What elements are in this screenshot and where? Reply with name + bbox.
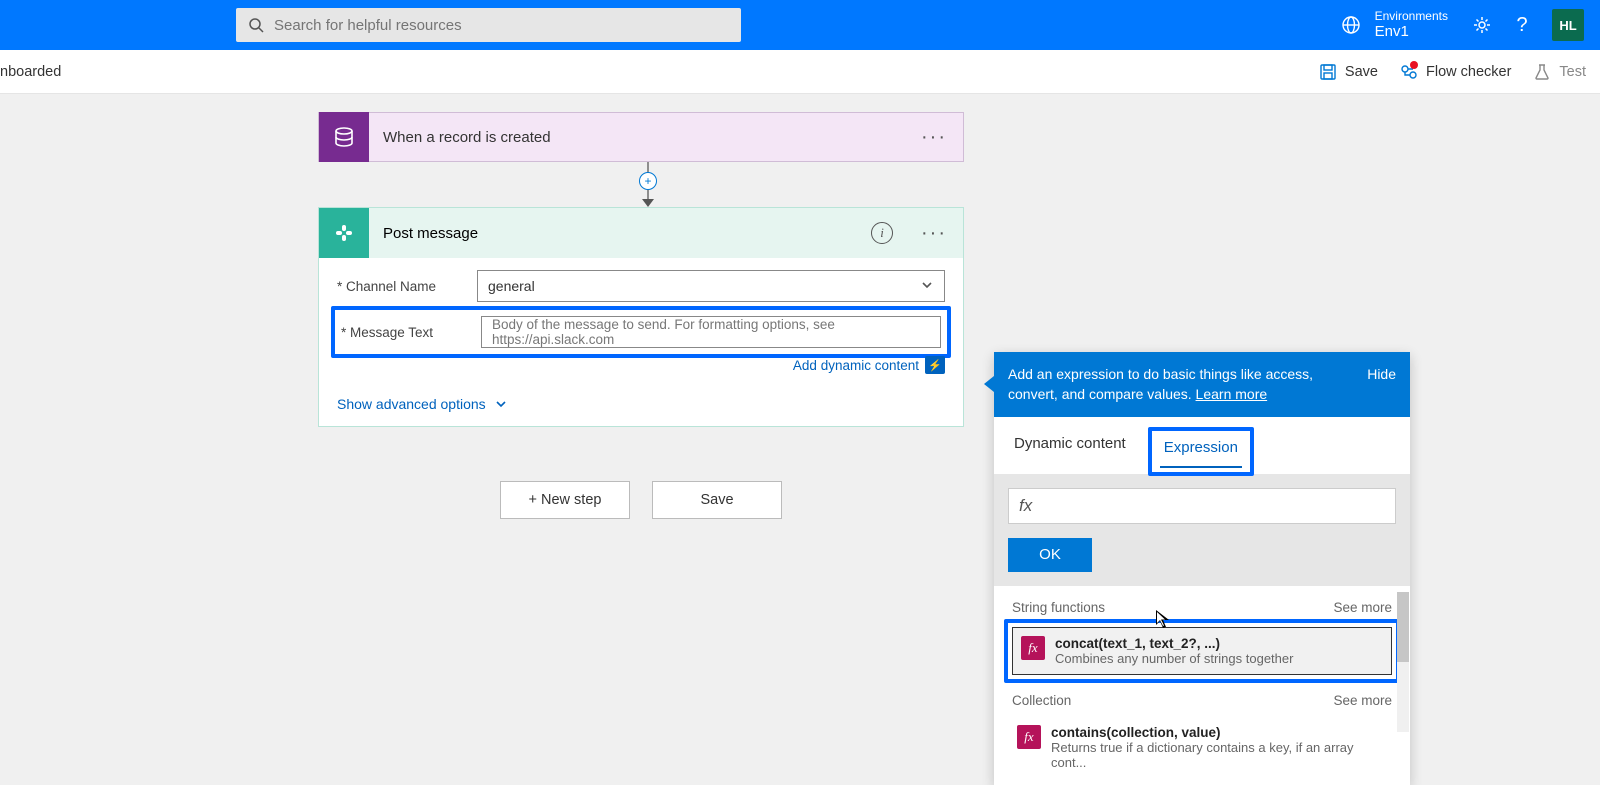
expression-area: fx OK (994, 474, 1410, 586)
search-box[interactable] (236, 8, 741, 42)
message-label: * Message Text (341, 325, 481, 340)
info-icon[interactable]: i (871, 222, 893, 244)
fx-badge-icon: fx (1017, 725, 1041, 749)
panel-tabs: Dynamic content Expression (994, 417, 1410, 474)
section-title: Collection (1012, 693, 1071, 708)
expression-input[interactable]: fx (1008, 488, 1396, 524)
command-bar: nboarded Save Flow checker Test (0, 50, 1600, 94)
trigger-title: When a record is created (369, 129, 905, 146)
channel-row: * Channel Name general (337, 270, 945, 302)
learn-more-link[interactable]: Learn more (1196, 386, 1268, 402)
function-contains[interactable]: fx contains(collection, value) Returns t… (1008, 716, 1396, 779)
alert-dot-icon (1410, 61, 1418, 69)
flow-connector: + (638, 162, 658, 207)
concat-highlight: fx concat(text_1, text_2?, ...) Combines… (1004, 619, 1400, 683)
panel-pointer-icon (984, 376, 994, 392)
avatar[interactable]: HL (1552, 9, 1584, 41)
gear-icon[interactable] (1472, 15, 1492, 35)
function-title: concat(text_1, text_2?, ...) (1055, 636, 1293, 651)
action-header[interactable]: Post message i ··· (319, 208, 963, 258)
save-label: Save (1345, 64, 1378, 80)
hide-link[interactable]: Hide (1367, 364, 1396, 384)
fx-badge-icon: fx (1021, 636, 1045, 660)
footer-buttons: + New step Save (500, 481, 782, 519)
panel-help-text: Add an expression to do basic things lik… (1008, 364, 1353, 405)
flow-checker-label: Flow checker (1426, 64, 1511, 80)
dynamic-badge-icon: ⚡ (925, 356, 945, 374)
database-icon (319, 112, 369, 162)
tab-expression[interactable]: Expression (1160, 433, 1242, 468)
message-row: * Message Text Body of the message to se… (341, 316, 941, 348)
flow-canvas: When a record is created ··· + Post mess… (0, 94, 1600, 757)
dynamic-content-panel: Add an expression to do basic things lik… (994, 352, 1410, 785)
tab-dynamic-content[interactable]: Dynamic content (1010, 429, 1130, 474)
action-menu-icon[interactable]: ··· (905, 222, 963, 245)
panel-header: Add an expression to do basic things lik… (994, 352, 1410, 417)
expression-tab-highlight: Expression (1148, 427, 1254, 476)
function-title: contains(collection, value) (1051, 725, 1387, 740)
function-concat[interactable]: fx concat(text_1, text_2?, ...) Combines… (1012, 627, 1392, 675)
section-collection: Collection See more (1008, 689, 1396, 716)
channel-select[interactable]: general (477, 270, 945, 302)
message-input[interactable]: Body of the message to send. For formatt… (481, 316, 941, 348)
save-flow-button[interactable]: Save (652, 481, 782, 519)
chevron-down-icon (494, 397, 508, 411)
function-desc: Returns true if a dictionary contains a … (1051, 740, 1387, 770)
trigger-card[interactable]: When a record is created ··· (318, 112, 964, 162)
add-step-icon[interactable]: + (639, 172, 657, 190)
fx-icon: fx (1019, 496, 1032, 516)
environment-label: Environments (1375, 9, 1448, 23)
search-input[interactable] (274, 17, 729, 34)
action-title: Post message (369, 225, 871, 242)
arrow-down-icon (642, 199, 654, 207)
section-title: String functions (1012, 600, 1105, 615)
message-highlight: * Message Text Body of the message to se… (331, 306, 951, 358)
channel-value: general (488, 278, 535, 294)
environment-name: Env1 (1375, 23, 1448, 41)
action-card: Post message i ··· * Channel Name genera… (318, 207, 964, 427)
see-more-link[interactable]: See more (1333, 693, 1392, 708)
new-step-button[interactable]: + New step (500, 481, 630, 519)
channel-label: * Channel Name (337, 279, 477, 294)
environment-block[interactable]: Environments Env1 (1375, 9, 1448, 41)
test-label: Test (1559, 64, 1586, 80)
function-list: String functions See more fx concat(text… (994, 586, 1410, 785)
add-dynamic-content-link[interactable]: Add dynamic content ⚡ (337, 356, 945, 374)
top-bar: Environments Env1 ? HL (0, 0, 1600, 50)
cursor-icon (1156, 610, 1172, 630)
see-more-link[interactable]: See more (1333, 600, 1392, 615)
search-icon (248, 17, 264, 33)
flow-checker-button[interactable]: Flow checker (1400, 63, 1511, 81)
environment-icon[interactable] (1341, 15, 1361, 35)
scrollbar-thumb[interactable] (1397, 592, 1409, 662)
chevron-down-icon (920, 278, 934, 295)
help-icon[interactable]: ? (1512, 15, 1532, 35)
add-dynamic-label: Add dynamic content (793, 358, 919, 373)
show-advanced-link[interactable]: Show advanced options (337, 396, 945, 412)
slack-icon (319, 208, 369, 258)
test-button[interactable]: Test (1533, 63, 1586, 81)
save-button[interactable]: Save (1319, 63, 1378, 81)
show-advanced-label: Show advanced options (337, 396, 486, 412)
ok-button[interactable]: OK (1008, 538, 1092, 572)
breadcrumb-fragment: nboarded (0, 64, 61, 80)
function-desc: Combines any number of strings together (1055, 651, 1293, 666)
trigger-menu-icon[interactable]: ··· (905, 126, 963, 149)
